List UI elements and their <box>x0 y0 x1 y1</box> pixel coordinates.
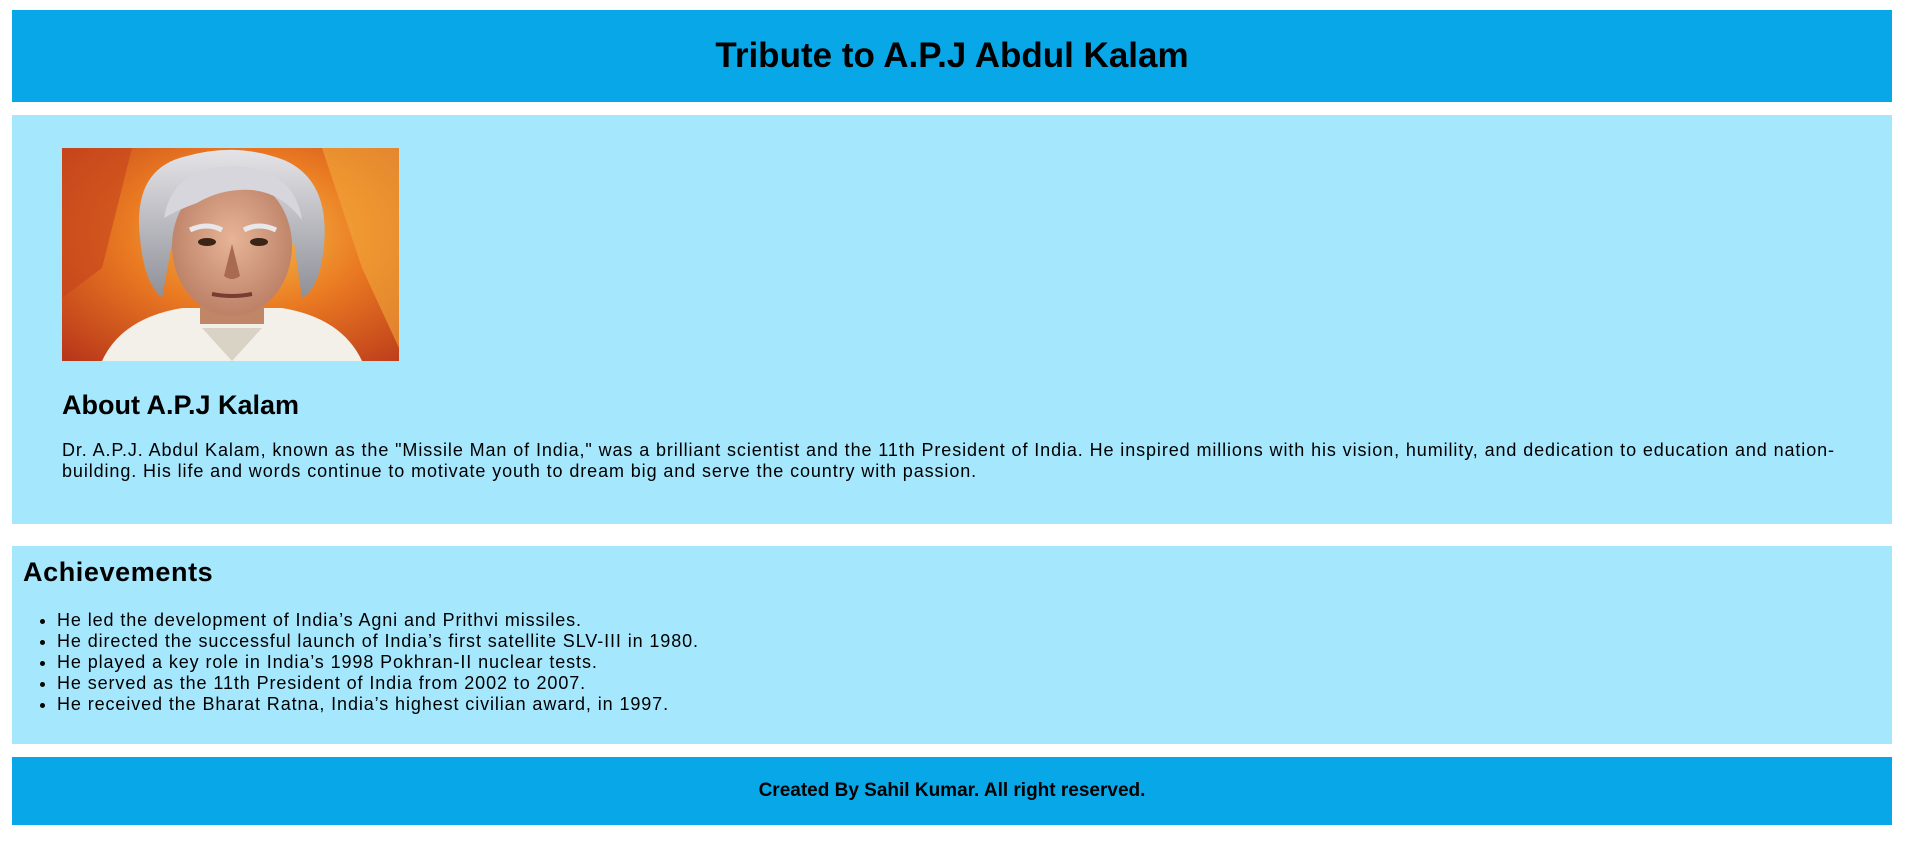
about-heading: About A.P.J Kalam <box>62 390 300 420</box>
about-section: About A.P.J Kalam Dr. A.P.J. Abdul Kalam… <box>12 115 1892 524</box>
page: Tribute to A.P.J Abdul Kalam About A.P.J… <box>0 0 1911 865</box>
achievements-list: He led the development of India’s Agni a… <box>12 610 699 715</box>
list-item: He served as the 11th President of India… <box>57 673 699 694</box>
list-item: He received the Bharat Ratna, India’s hi… <box>57 694 699 715</box>
achievements-section: Achievements He led the development of I… <box>12 546 1892 744</box>
achievements-heading: Achievements <box>23 557 214 587</box>
portrait-image <box>62 148 399 361</box>
list-item: He led the development of India’s Agni a… <box>57 610 699 631</box>
list-item: He directed the successful launch of Ind… <box>57 631 699 652</box>
footer-text: Created By Sahil Kumar. All right reserv… <box>758 780 1146 801</box>
list-item: He played a key role in India’s 1998 Pok… <box>57 652 699 673</box>
page-title: Tribute to A.P.J Abdul Kalam <box>715 36 1189 75</box>
about-paragraph: Dr. A.P.J. Abdul Kalam, known as the "Mi… <box>62 440 1835 481</box>
page-header: Tribute to A.P.J Abdul Kalam <box>12 10 1892 102</box>
page-footer: Created By Sahil Kumar. All right reserv… <box>12 757 1892 825</box>
